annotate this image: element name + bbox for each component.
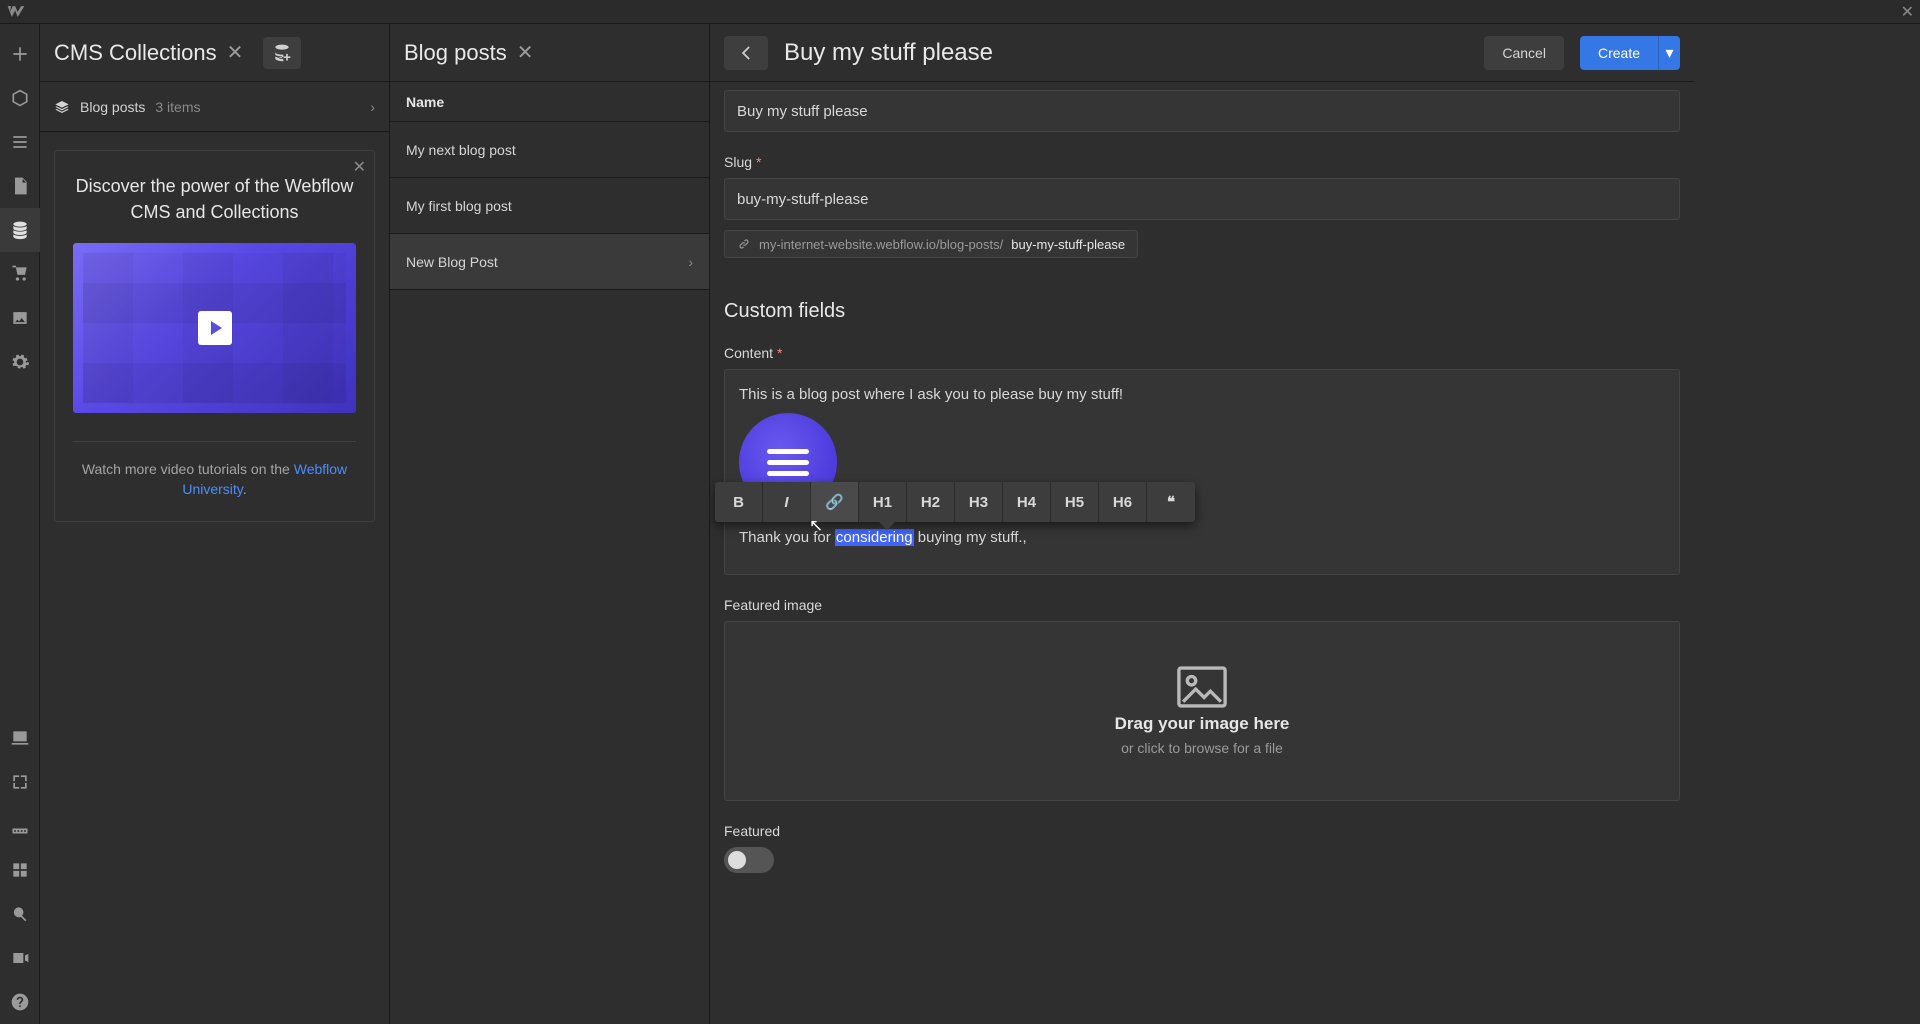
rail-cube-icon[interactable] (0, 76, 40, 120)
blog-posts-title: Blog posts (404, 40, 507, 66)
rail-pages-icon[interactable] (0, 164, 40, 208)
chevron-right-icon: › (688, 254, 693, 270)
collection-row-blog-posts[interactable]: Blog posts 3 items › (40, 82, 389, 132)
close-cms-panel-icon[interactable]: ✕ (227, 40, 244, 65)
content-label: Content* (724, 345, 1680, 361)
rail-commerce-icon[interactable] (0, 252, 40, 296)
cms-collections-title: CMS Collections (54, 40, 217, 66)
promo-video-thumbnail[interactable] (73, 243, 356, 413)
rte-h2-button[interactable]: H2 (907, 482, 955, 522)
close-list-panel-icon[interactable]: ✕ (517, 40, 534, 65)
stack-icon (54, 99, 70, 115)
left-rail (0, 24, 40, 1024)
list-item[interactable]: My first blog post (390, 178, 709, 234)
slug-label: Slug* (724, 154, 1680, 170)
rte-h5-button[interactable]: H5 (1051, 482, 1099, 522)
rail-assets-icon[interactable] (0, 296, 40, 340)
rail-search-icon[interactable] (0, 892, 40, 936)
promo-title: Discover the power of the Webflow CMS an… (73, 173, 356, 225)
link-icon (737, 237, 751, 251)
add-collection-button[interactable] (263, 37, 301, 69)
create-button-caret[interactable]: ▾ (1658, 36, 1680, 70)
rte-h1-button[interactable]: H1 (859, 482, 907, 522)
list-item-label: New Blog Post (406, 254, 498, 270)
collection-name: Blog posts (80, 99, 145, 115)
right-designer-panel (1694, 24, 1920, 1024)
rte-bold-button[interactable]: B (715, 482, 763, 522)
selected-text: considering (835, 529, 914, 546)
rte-h4-button[interactable]: H4 (1003, 482, 1051, 522)
rail-audit-icon[interactable] (0, 716, 40, 760)
custom-fields-heading: Custom fields (724, 300, 1680, 323)
editor-title: Buy my stuff please (784, 39, 993, 67)
list-item-label: My first blog post (406, 198, 512, 214)
rail-navigator-icon[interactable] (0, 120, 40, 164)
rte-link-button[interactable]: 🔗 (811, 482, 859, 522)
divider (73, 441, 356, 442)
rail-settings-icon[interactable] (0, 340, 40, 384)
slug-url-preview: my-internet-website.webflow.io/blog-post… (724, 230, 1138, 258)
play-icon (198, 311, 232, 345)
rail-help-icon[interactable] (0, 980, 40, 1024)
rte-toolbar: B I 🔗 H1 H2 H3 H4 H5 H6 ❝ (715, 482, 1195, 522)
cms-promo-card: ✕ Discover the power of the Webflow CMS … (54, 150, 375, 522)
list-item[interactable]: My next blog post (390, 122, 709, 178)
featured-image-dropzone[interactable]: Drag your image here or click to browse … (724, 621, 1680, 801)
webflow-logo (6, 2, 26, 22)
rail-apps-icon[interactable] (0, 848, 40, 892)
rte-italic-button[interactable]: I (763, 482, 811, 522)
create-button[interactable]: Create (1580, 36, 1658, 70)
featured-toggle[interactable] (724, 847, 774, 873)
rte-paragraph: Thank you for considering buying my stuf… (739, 529, 1665, 546)
image-icon (1175, 666, 1229, 708)
panel-cms-collections: CMS Collections ✕ Blog posts 3 items › ✕… (40, 24, 390, 1024)
panel-blog-posts-list: Blog posts ✕ Name My next blog post My f… (390, 24, 710, 1024)
list-item[interactable]: New Blog Post › (390, 234, 709, 290)
name-input[interactable] (724, 90, 1680, 132)
rail-video-icon[interactable] (0, 936, 40, 980)
dropzone-title: Drag your image here (1115, 714, 1290, 734)
rte-quote-button[interactable]: ❝ (1147, 482, 1195, 522)
list-item-label: My next blog post (406, 142, 516, 158)
editor-pane: Buy my stuff please Cancel Create ▾ Slug… (710, 24, 1694, 1024)
featured-image-label: Featured image (724, 597, 1680, 613)
cancel-button[interactable]: Cancel (1484, 36, 1564, 70)
rail-ruler-icon[interactable] (0, 804, 40, 848)
promo-close-icon[interactable]: ✕ (353, 157, 366, 177)
content-rte[interactable]: This is a blog post where I ask you to p… (724, 369, 1680, 575)
window-close-icon[interactable]: ✕ (1901, 2, 1914, 22)
rte-h6-button[interactable]: H6 (1099, 482, 1147, 522)
list-column-header-name: Name (390, 82, 709, 122)
featured-label: Featured (724, 823, 1680, 839)
promo-foot-text: Watch more video tutorials on the Webflo… (73, 460, 356, 499)
collection-item-count: 3 items (155, 99, 200, 115)
rte-h3-button[interactable]: H3 (955, 482, 1003, 522)
slug-input[interactable] (724, 178, 1680, 220)
back-button[interactable] (724, 36, 768, 70)
dropzone-subtitle: or click to browse for a file (1121, 740, 1283, 756)
rail-target-icon[interactable] (0, 760, 40, 804)
rail-cms-icon[interactable] (0, 208, 40, 252)
rte-paragraph: This is a blog post where I ask you to p… (739, 386, 1665, 403)
chevron-right-icon: › (370, 99, 375, 115)
rail-add-icon[interactable] (0, 32, 40, 76)
